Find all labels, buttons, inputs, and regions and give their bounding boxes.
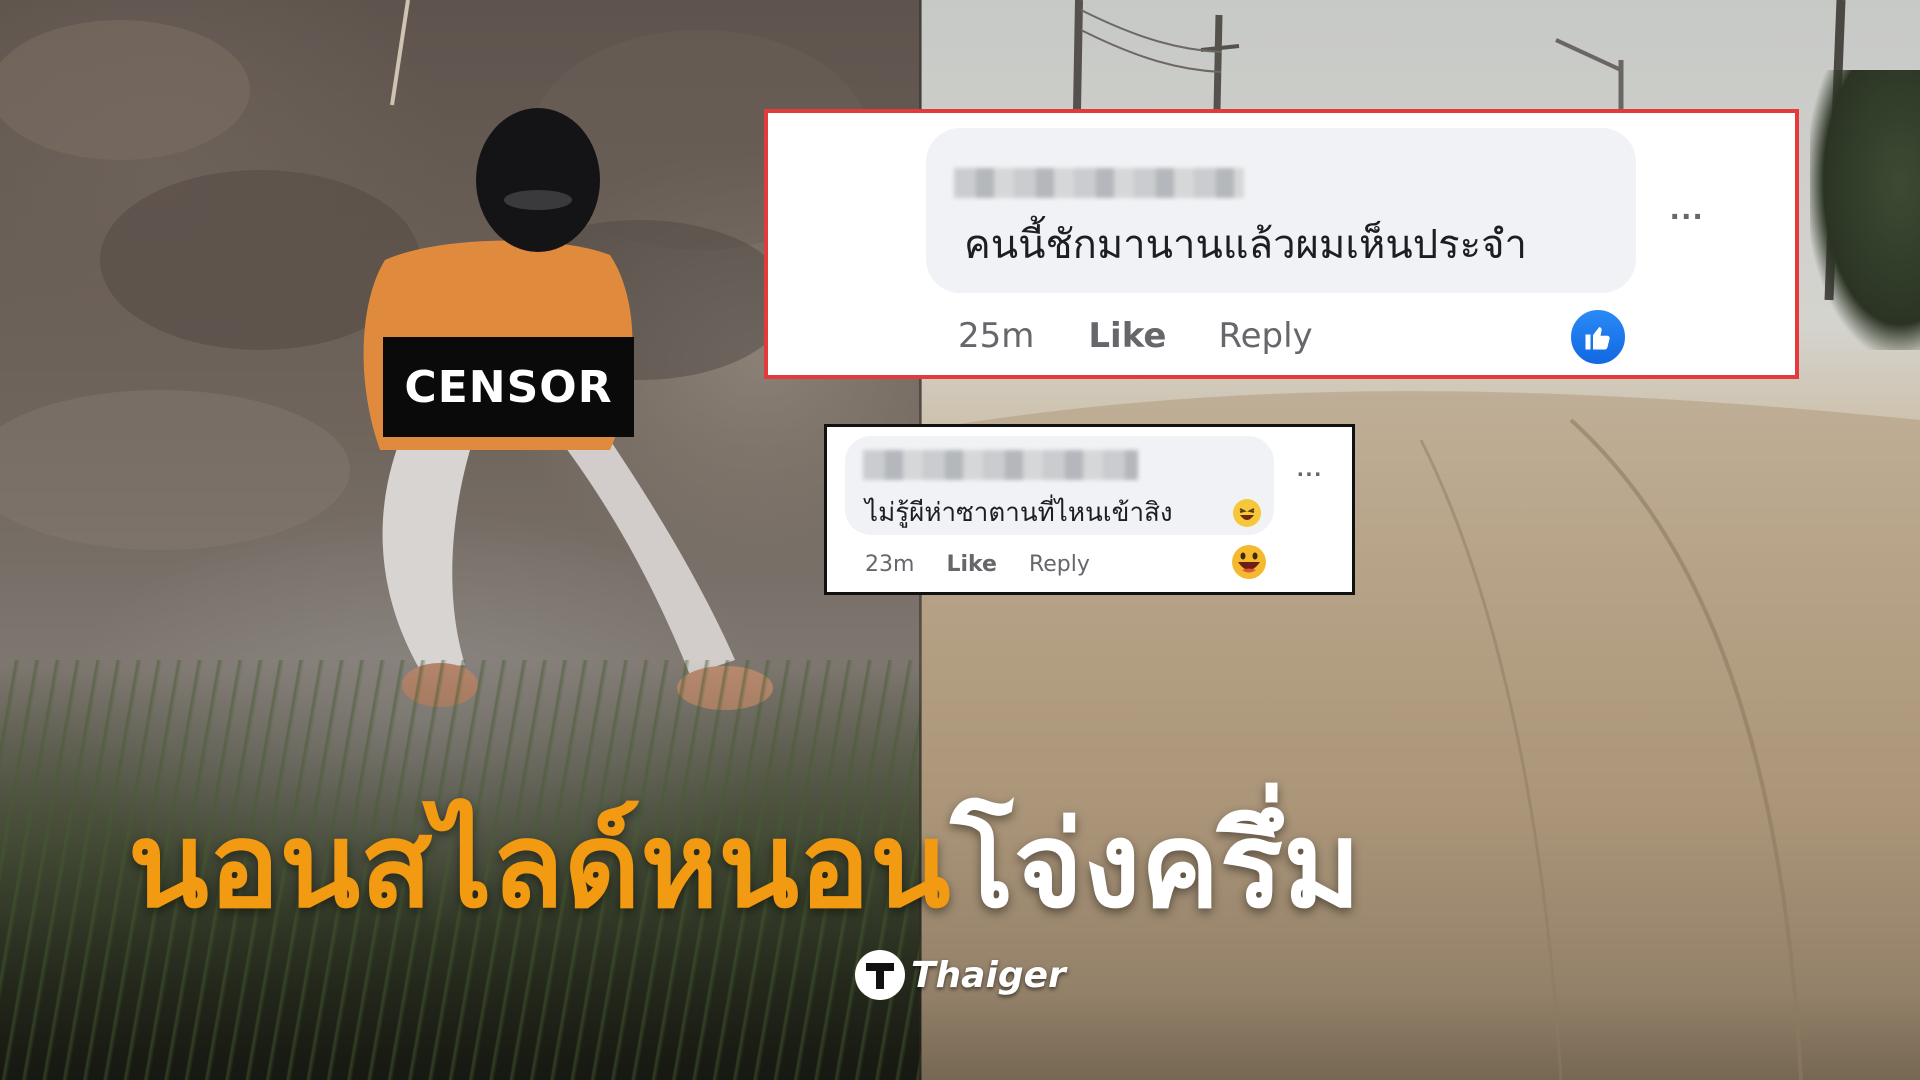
- comment-timestamp: 25m: [958, 316, 1035, 356]
- comment-text: คนนี้ชักมานานแล้วผมเห็นประจำ: [964, 222, 1527, 268]
- brand-name: Thaiger: [911, 954, 1066, 996]
- reply-button[interactable]: Reply: [1218, 316, 1312, 356]
- headline: นอนสไลด์หนอนโจ่งครึ่ม: [128, 806, 1361, 924]
- laughing-emoji-icon: [1233, 499, 1261, 527]
- comment-bubble: ไม่รู้ผีห่าซาตานที่ไหนเข้าสิง: [845, 436, 1274, 535]
- facebook-comment-card-1: คนนี้ชักมานานแล้วผมเห็นประจำ ... 25m Lik…: [764, 109, 1799, 379]
- more-options-icon[interactable]: ...: [1670, 189, 1704, 228]
- censor-block: CENSOR: [383, 337, 634, 437]
- tree-background: [1810, 70, 1920, 350]
- headline-accent-text: นอนสไลด์หนอน: [128, 796, 951, 934]
- thumbs-up-icon: [1568, 307, 1628, 367]
- blurred-commenter-name: [954, 168, 1244, 198]
- comment-timestamp: 23m: [865, 552, 915, 577]
- like-button[interactable]: Like: [1088, 316, 1166, 356]
- laughing-face-icon: [1232, 545, 1266, 579]
- more-options-icon[interactable]: ...: [1297, 455, 1323, 483]
- headline-white-text: โจ่งครึ่ม: [950, 796, 1361, 934]
- reply-button[interactable]: Reply: [1029, 552, 1090, 577]
- comment-bubble: คนนี้ชักมานานแล้วผมเห็นประจำ: [926, 128, 1636, 293]
- comment-meta-row: 23m Like Reply: [865, 552, 1090, 577]
- thaiger-logo-icon: [855, 950, 905, 1000]
- comment-text: ไม่รู้ผีห่าซาตานที่ไหนเข้าสิง: [865, 498, 1173, 528]
- comment-meta-row: 25m Like Reply: [958, 316, 1313, 356]
- thaiger-watermark: Thaiger: [855, 950, 1066, 1000]
- like-button[interactable]: Like: [946, 552, 997, 577]
- facebook-comment-card-2: ไม่รู้ผีห่าซาตานที่ไหนเข้าสิง ... 23m Li…: [824, 424, 1355, 595]
- censor-label: CENSOR: [404, 361, 613, 413]
- blurred-commenter-name: [863, 450, 1138, 480]
